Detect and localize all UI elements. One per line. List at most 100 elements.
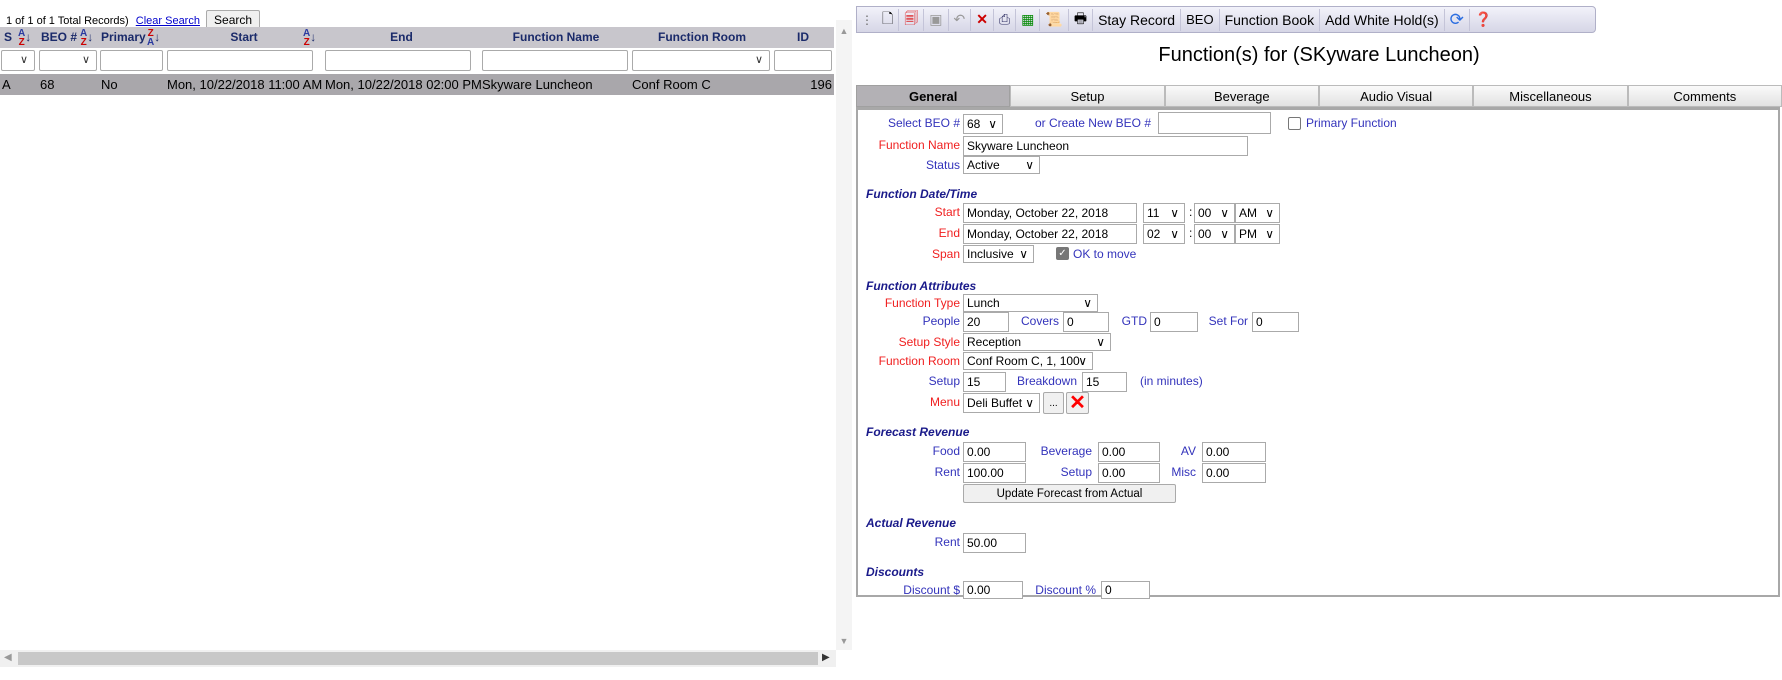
col-function-name[interactable]: Function Name xyxy=(481,27,631,48)
report-icon[interactable]: 🖶 xyxy=(1069,8,1094,31)
table-header: S A Z↓ BEO # A Z↓ Primary Z A ↓ Start A Z↓ En… xyxy=(0,27,834,48)
beverage-input[interactable]: 0.00 xyxy=(1098,442,1160,462)
cell-start: Mon, 10/22/2018 11:00 AM xyxy=(167,77,323,92)
cell-beo: 68 xyxy=(40,77,55,92)
people-input[interactable]: 20 xyxy=(963,312,1009,332)
forecast-setup-input[interactable]: 0.00 xyxy=(1098,463,1160,483)
delete-icon[interactable]: ✕ xyxy=(971,8,994,31)
function-room-dropdown[interactable]: Conf Room C, 1, 100 xyxy=(963,352,1093,370)
food-input[interactable]: 0.00 xyxy=(963,442,1026,462)
col-id[interactable]: ID xyxy=(773,27,833,48)
select-beo-dropdown[interactable]: 68 xyxy=(963,114,1003,134)
copy-icon[interactable]: 🗐 xyxy=(899,8,925,31)
filter-start[interactable] xyxy=(167,50,313,71)
scroll-doc-icon[interactable]: 📜 xyxy=(1040,8,1069,31)
scroll-thumb[interactable] xyxy=(18,652,818,665)
filter-s[interactable] xyxy=(1,50,35,71)
filter-function-name[interactable] xyxy=(482,50,628,71)
create-beo-input[interactable] xyxy=(1158,112,1271,134)
start-ampm-dropdown[interactable]: AM xyxy=(1235,203,1280,223)
col-primary[interactable]: Primary xyxy=(101,27,146,48)
sort-icon[interactable]: A Z↓ xyxy=(18,27,31,48)
function-attributes-header: Function Attributes xyxy=(866,279,977,293)
gtd-input[interactable]: 0 xyxy=(1150,312,1198,332)
span-dropdown[interactable]: Inclusive xyxy=(963,245,1034,263)
end-date-input[interactable]: Monday, October 22, 2018 xyxy=(963,224,1137,244)
tab-comments[interactable]: Comments xyxy=(1627,85,1782,107)
setup-minutes-input[interactable]: 15 xyxy=(963,372,1006,392)
end-hour-dropdown[interactable]: 02 xyxy=(1143,224,1185,244)
end-minute-dropdown[interactable]: 00 xyxy=(1194,224,1235,244)
scroll-right-icon[interactable]: ▶ xyxy=(822,652,830,663)
undo-icon[interactable]: ↶ xyxy=(949,8,972,31)
function-list-pane: 1 of 1 of 1 Total Records) Clear Search … xyxy=(0,0,852,680)
beo-button[interactable]: BEO xyxy=(1181,8,1220,31)
start-hour-dropdown[interactable]: 11 xyxy=(1143,203,1185,223)
update-forecast-button[interactable]: Update Forecast from Actual xyxy=(963,484,1176,503)
av-input[interactable]: 0.00 xyxy=(1202,442,1266,462)
print-icon[interactable]: ⎙ xyxy=(994,8,1017,31)
vertical-scrollbar[interactable]: ▲ ▼ xyxy=(836,20,852,650)
set-for-input[interactable]: 0 xyxy=(1252,312,1299,332)
clear-search-link[interactable]: Clear Search xyxy=(136,15,200,27)
cell-function-name: Skyware Luncheon xyxy=(482,77,593,92)
spreadsheet-icon[interactable]: ▦ xyxy=(1016,8,1041,31)
breakdown-input[interactable]: 15 xyxy=(1082,372,1127,392)
menu-dropdown[interactable]: Deli Buffet xyxy=(963,393,1040,413)
setup-minutes-label: Setup xyxy=(928,374,960,388)
clear-menu-icon[interactable]: ✕ xyxy=(1066,392,1089,414)
ok-to-move-checkbox[interactable]: ✓ xyxy=(1056,247,1069,260)
help-book-icon[interactable]: ❓ xyxy=(1470,9,1497,31)
horizontal-scrollbar[interactable]: ◀ ▶ xyxy=(0,650,836,667)
tab-general[interactable]: General xyxy=(856,85,1011,107)
col-end[interactable]: End xyxy=(323,27,480,48)
sort-icon[interactable]: A Z↓ xyxy=(303,27,316,48)
rent-input[interactable]: 100.00 xyxy=(963,463,1026,483)
start-date-input[interactable]: Monday, October 22, 2018 xyxy=(963,203,1137,223)
menu-browse-button[interactable]: ... xyxy=(1043,392,1064,414)
span-label: Span xyxy=(931,247,960,261)
cell-primary: No xyxy=(101,77,118,92)
function-book-button[interactable]: Function Book xyxy=(1220,8,1321,31)
stay-record-button[interactable]: Stay Record xyxy=(1093,8,1182,31)
sort-icon[interactable]: Z A ↓ xyxy=(147,27,160,48)
scroll-left-icon[interactable]: ◀ xyxy=(4,652,12,663)
filter-function-room[interactable] xyxy=(632,50,770,71)
tab-miscellaneous[interactable]: Miscellaneous xyxy=(1473,85,1628,107)
tab-setup[interactable]: Setup xyxy=(1010,85,1165,107)
discount-percent-input[interactable]: 0 xyxy=(1101,581,1150,599)
col-start[interactable]: Start xyxy=(166,27,322,48)
scroll-down-icon[interactable]: ▼ xyxy=(836,636,852,646)
sort-icon[interactable]: A Z↓ xyxy=(80,27,93,48)
table-row[interactable]: A 68 No Mon, 10/22/2018 11:00 AM Mon, 10… xyxy=(0,74,834,95)
filter-beo[interactable] xyxy=(39,50,97,71)
tab-beverage[interactable]: Beverage xyxy=(1164,85,1319,107)
function-name-input[interactable]: Skyware Luncheon xyxy=(963,136,1248,156)
new-icon[interactable]: 🗋 xyxy=(877,8,900,31)
covers-input[interactable]: 0 xyxy=(1063,312,1109,332)
filter-id[interactable] xyxy=(774,50,832,71)
end-ampm-dropdown[interactable]: PM xyxy=(1235,224,1280,244)
tab-audio-visual[interactable]: Audio Visual xyxy=(1318,85,1474,107)
start-label: Start xyxy=(934,205,960,219)
function-type-dropdown[interactable]: Lunch xyxy=(963,294,1098,312)
filter-primary[interactable] xyxy=(100,50,163,71)
actual-rent-label: Rent xyxy=(934,535,960,549)
misc-input[interactable]: 0.00 xyxy=(1202,463,1266,483)
add-white-hold-button[interactable]: Add White Hold(s) xyxy=(1320,8,1445,31)
discount-amount-input[interactable]: 0.00 xyxy=(963,581,1023,599)
covers-label: Covers xyxy=(1020,314,1059,328)
start-minute-dropdown[interactable]: 00 xyxy=(1194,203,1235,223)
primary-function-checkbox[interactable] xyxy=(1288,117,1301,130)
col-beo[interactable]: BEO # xyxy=(41,27,77,48)
status-dropdown[interactable]: Active xyxy=(963,156,1040,174)
filter-end[interactable] xyxy=(325,50,471,71)
col-function-room[interactable]: Function Room xyxy=(631,27,773,48)
col-s[interactable]: S xyxy=(4,27,12,48)
refresh-icon[interactable]: ⟳ xyxy=(1445,8,1470,31)
setup-style-dropdown[interactable]: Reception xyxy=(963,333,1111,351)
colon: : xyxy=(1189,205,1193,219)
actual-rent-input[interactable]: 50.00 xyxy=(963,533,1026,553)
scroll-up-icon[interactable]: ▲ xyxy=(836,26,852,36)
save-icon[interactable]: ▣ xyxy=(924,8,949,31)
